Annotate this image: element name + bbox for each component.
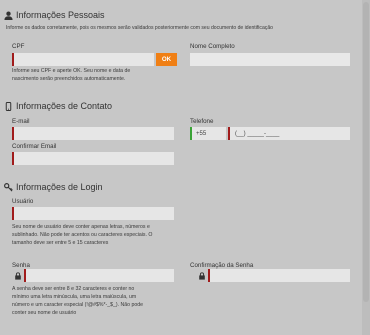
password-hint-1: A senha deve ser entre 8 e 32 caracteres… (12, 286, 135, 292)
confirm-email-input[interactable] (12, 152, 174, 165)
email-label: E-mail (12, 118, 30, 125)
username-label: Usuário (12, 198, 34, 205)
scrollbar-thumb[interactable] (363, 2, 369, 302)
confirm-password-label: Confirmação da Senha (190, 262, 254, 269)
full-name-label: Nome Completo (190, 43, 235, 50)
confirm-email-label: Confirmar Email (12, 143, 57, 150)
cpf-label: CPF (12, 43, 25, 50)
username-input[interactable] (12, 207, 174, 220)
full-name-input[interactable] (190, 53, 350, 66)
email-input[interactable] (12, 127, 174, 140)
password-label: Senha (12, 262, 30, 269)
user-icon (4, 11, 13, 20)
login-section-title: Informações de Login (4, 182, 103, 192)
username-hint-2: sublinhado. Não pode ter acentos ou cara… (12, 232, 153, 238)
phone-label: Telefone (190, 118, 214, 125)
username-hint-1: Seu nome de usuário deve conter apenas l… (12, 224, 150, 230)
phone-input[interactable]: (__) _____-____ (228, 127, 350, 140)
key-icon (4, 182, 13, 192)
cpf-input[interactable] (12, 53, 154, 66)
vertical-scrollbar[interactable] (362, 0, 370, 335)
password-input[interactable] (24, 269, 174, 282)
phone-country-prefix[interactable]: +55 (190, 127, 226, 140)
password-field (12, 269, 174, 282)
username-hint-3: tamanho deve ser entre 5 e 15 caracteres (12, 240, 109, 246)
cpf-hint-1: Informe seu CPF e aperte OK. Seu nome e … (12, 68, 131, 74)
password-hint-3: número e um caracter especial (!@#$%*-_$… (12, 302, 143, 308)
contact-section-title: Informações de Contato (4, 101, 112, 111)
password-hint-4: conter seu nome de usuário (12, 310, 77, 316)
personal-subtitle: Informe os dados corretamente, pois os m… (6, 25, 273, 31)
lock-icon (196, 269, 208, 282)
lock-icon (12, 269, 24, 282)
confirm-password-field (196, 269, 350, 282)
password-hint-2: mínimo uma letra minúscula, uma letra ma… (12, 294, 137, 300)
cpf-hint-2: nascimento serão preenchidos automaticam… (12, 76, 126, 82)
cpf-ok-button[interactable]: OK (156, 53, 177, 66)
personal-section-title: Informações Pessoais (4, 10, 105, 20)
mobile-phone-icon (4, 101, 13, 111)
confirm-password-input[interactable] (208, 269, 350, 282)
